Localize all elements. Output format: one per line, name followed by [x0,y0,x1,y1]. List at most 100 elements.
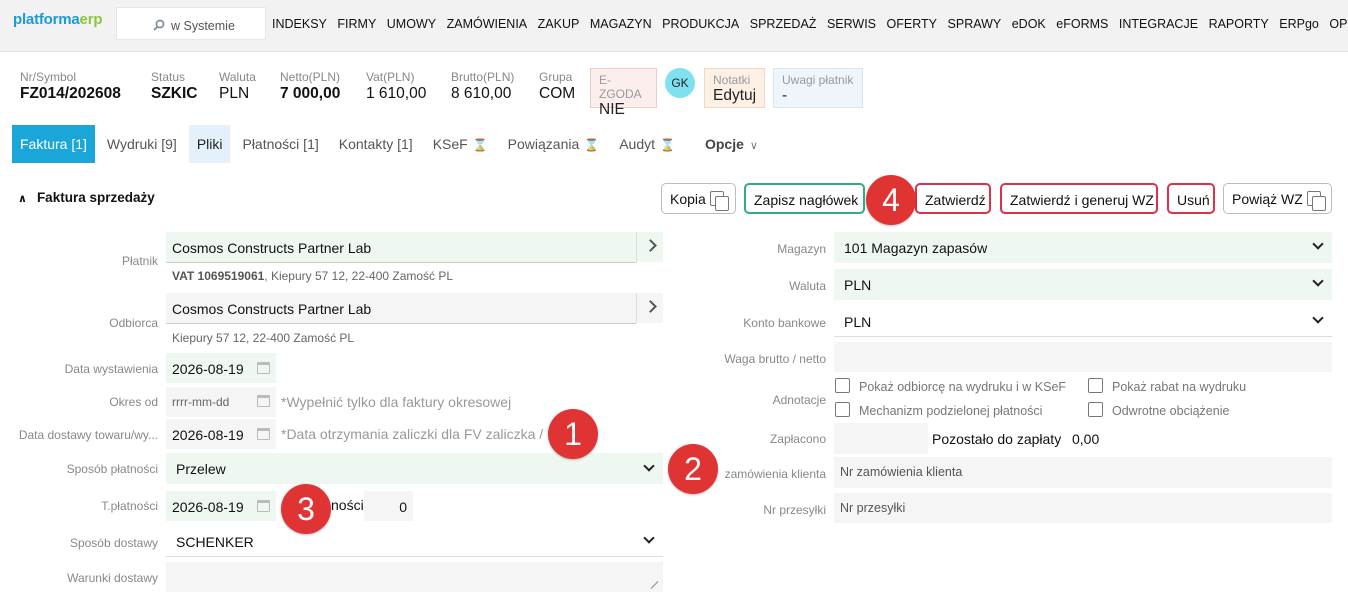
vat-label: Vat(PLN) [366,70,415,84]
menu-item-oferty[interactable]: OFERTY [887,17,937,31]
calendar-icon[interactable] [257,428,270,440]
notatki-label: Notatki [713,73,751,87]
kopia-button[interactable]: Kopia [661,183,736,214]
chevron-down-icon [643,532,655,544]
tab-wydruki-label: Wydruki [9] [106,136,177,152]
ezgoda-box[interactable]: E-ZGODA NIE [590,68,657,118]
sposob-dostawy-select[interactable]: SCHENKER [166,526,663,557]
usun-button[interactable]: Usuń [1167,183,1215,214]
sposob-platnosci-select[interactable]: Przelew [166,453,663,484]
tab-audyt[interactable]: Audyt ⌛ [611,125,683,163]
tab-faktura[interactable]: Faktura [1] [12,125,95,163]
kopia-label: Kopia [670,191,706,207]
waluta-select[interactable]: PLN [834,269,1332,300]
zapisz-naglowek-button[interactable]: Zapisz nagłówek [744,183,865,214]
avatar[interactable]: GK [665,68,695,98]
menu-item-magazyn[interactable]: MAGAZYN [590,17,652,31]
tab-wydruki[interactable]: Wydruki [9] [99,125,185,163]
menu-item-firmy[interactable]: FIRMY [337,17,376,31]
zatwierdz-generuj-wz-button[interactable]: Zatwierdź i generuj WZ [1000,183,1158,214]
header-netto: Netto(PLN) 7 000,00 [280,70,340,103]
menu-item-serwis[interactable]: SERWIS [827,17,876,31]
grupa-label: Grupa [539,70,573,84]
pokaz-odbiorce-checkbox[interactable] [835,378,850,393]
menu-item-integracje[interactable]: INTEGRACJE [1119,17,1198,31]
menu-item-produkcja[interactable]: PRODUKCJA [662,17,739,31]
tab-bar: Faktura [1] Wydruki [9] Pliki Płatności … [12,125,770,163]
header-grupa: Grupa COM [539,70,575,103]
tab-platnosci[interactable]: Płatności [1] [234,125,326,163]
platnik-address: , Kiepury 57 12, 22-400 Zamość PL [264,269,454,283]
header-waluta: Waluta PLN [219,70,256,103]
pokaz-rabat-label: Pokaż rabat na wydruku [1112,380,1247,394]
menu-item-zakup[interactable]: ZAKUP [538,17,580,31]
nr-zamowienia-placeholder: Nr zamówienia klienta [840,465,963,479]
magazyn-label: Magazyn [777,242,826,256]
platnik-field[interactable]: Cosmos Constructs Partner Lab [166,232,663,262]
step-badge-4: 4 [866,175,916,225]
global-search-input[interactable]: w Systemie [116,7,266,40]
mechanizm-podzielonej-checkbox[interactable] [835,402,850,417]
chevron-right-icon [644,300,657,313]
app-logo[interactable]: platformaerp [13,11,102,28]
powiaz-wz-button[interactable]: Powiąż WZ [1223,183,1332,214]
sposob-platnosci-label: Sposób płatności [66,462,158,476]
tab-pliki[interactable]: Pliki [188,125,231,163]
menu-item-raporty[interactable]: RAPORTY [1209,17,1269,31]
menu-item-opcje[interactable]: OPCJE [1329,17,1348,31]
section-toggle[interactable]: ∧ Faktura sprzedaży [18,190,155,205]
tab-powiazania[interactable]: Powiązania ⌛ [500,125,608,163]
waga-input[interactable] [834,342,1332,372]
zatwierdz-button[interactable]: Zatwierdź [915,183,991,214]
tab-ksef[interactable]: KSeF ⌛ [425,125,496,163]
uwagi-box[interactable]: Uwagi płatnik - [773,68,863,108]
menu-item-edok[interactable]: eDOK [1012,17,1046,31]
odbiorca-label: Odbiorca [109,316,158,330]
odbiorca-address: Kiepury 57 12, 22-400 Zamość PL [172,331,355,345]
powiaz-label: Powiąż WZ [1232,191,1303,207]
menu-item-sprawy[interactable]: SPRAWY [948,17,1002,31]
konto-bankowe-select[interactable]: PLN [834,306,1332,337]
calendar-icon[interactable] [257,362,270,374]
menu-item-sprzedaz[interactable]: SPRZEDAŻ [750,17,817,31]
warunki-dostawy-label: Warunki dostawy [67,571,158,585]
odbiorca-field[interactable]: Cosmos Constructs Partner Lab [166,293,663,323]
nr-przesylki-input[interactable]: Nr przesyłki [834,493,1332,523]
odwrotne-obciazenie-checkbox[interactable] [1088,402,1103,417]
konto-bankowe-label: Konto bankowe [743,316,826,330]
dni-platnosci-input[interactable]: 0 [364,491,413,521]
menu-item-umowy[interactable]: UMOWY [387,17,436,31]
platnik-value: Cosmos Constructs Partner Lab [172,240,372,256]
zatwierdz-label: Zatwierdź [925,192,986,208]
sposob-dostawy-label: Sposób dostawy [69,536,158,550]
t-platnosci-label: T.płatności [101,499,158,513]
nr-zamowienia-input[interactable]: Nr zamówienia klienta [834,457,1332,488]
waluta-field-label: Waluta [789,279,826,293]
t-platnosci-input[interactable]: 2026-08-19 [166,491,276,521]
notatki-box[interactable]: Notatki Edytuj [704,68,765,108]
platnik-details: VAT 1069519061, Kiepury 57 12, 22-400 Za… [172,269,453,283]
tab-powiazania-label: Powiązania [507,136,580,152]
menu-item-erpgo[interactable]: ERPgo [1279,17,1319,31]
step-badge-2: 2 [668,444,718,494]
data-dostawy-input[interactable]: 2026-08-19 [166,419,276,449]
magazyn-select[interactable]: 101 Magazyn zapasów [834,232,1332,263]
tab-opcje-dropdown[interactable]: Opcje ∨ [697,125,766,163]
warunki-dostawy-textarea[interactable] [166,562,663,592]
calendar-icon[interactable] [257,395,270,407]
resize-handle-icon[interactable] [651,580,661,590]
tab-kontakty[interactable]: Kontakty [1] [331,125,421,163]
zaplacono-input[interactable] [834,423,928,454]
okres-od-input[interactable]: rrrr-mm-dd [166,387,276,417]
search-placeholder: w Systemie [171,19,235,33]
menu-item-indeksy[interactable]: INDEKSY [272,17,327,31]
menu-item-eforms[interactable]: eFORMS [1056,17,1108,31]
data-wystawienia-input[interactable]: 2026-08-19 [166,353,276,383]
header-status: Status SZKIC [151,70,198,103]
waluta-select-value: PLN [844,277,872,293]
menu-item-zamowienia[interactable]: ZAMÓWIENIA [447,17,528,31]
calendar-icon[interactable] [257,500,270,512]
platnik-underline [166,262,636,263]
pokaz-rabat-checkbox[interactable] [1088,378,1103,393]
nr-przesylki-label: Nr przesyłki [763,503,826,517]
